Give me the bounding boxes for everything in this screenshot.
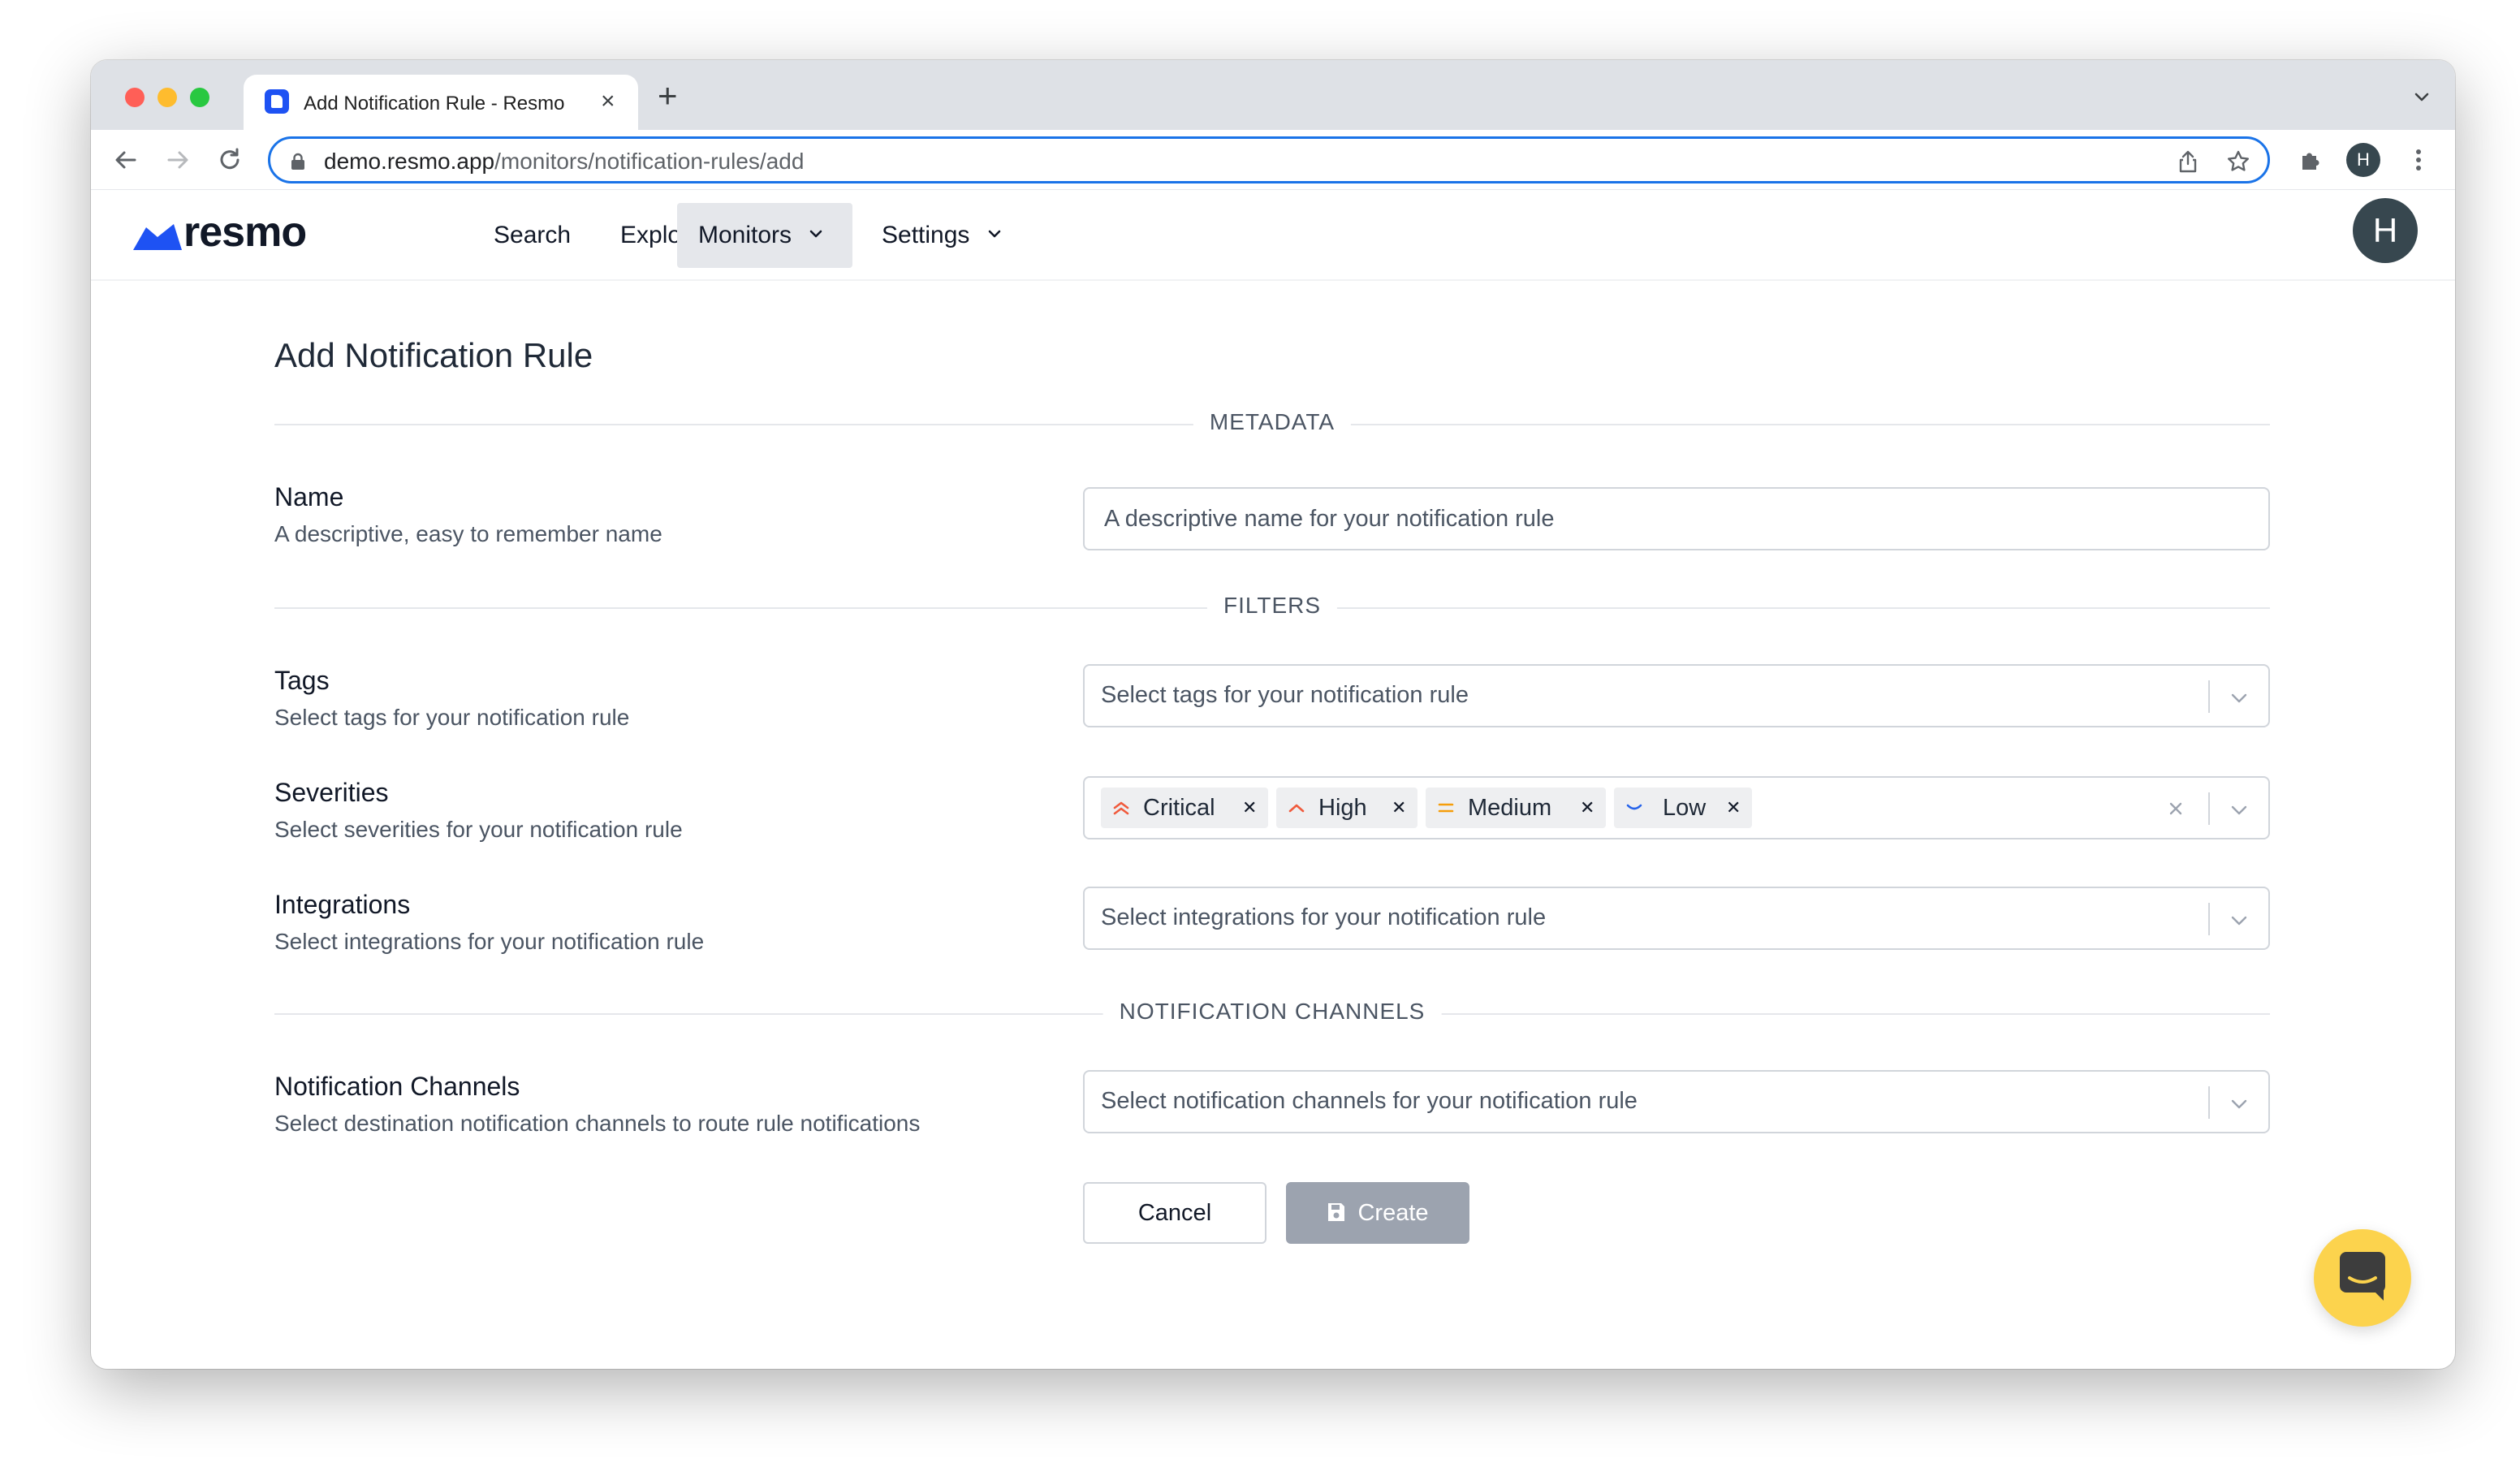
select-separator [2208, 792, 2210, 825]
app-header: resmo Search Explore Monitors Settings [91, 190, 2455, 281]
severity-chip-critical: Critical ✕ [1101, 788, 1268, 828]
tab-search-chevron-icon[interactable] [2413, 88, 2431, 106]
chevron-down-icon[interactable] [2228, 687, 2250, 710]
resmo-logo-text[interactable]: resmo [183, 208, 307, 257]
chevron-down-icon[interactable] [2228, 909, 2250, 932]
reload-icon[interactable] [214, 145, 245, 175]
cancel-button[interactable]: Cancel [1083, 1182, 1266, 1244]
remove-low-icon[interactable]: ✕ [1726, 788, 1741, 828]
bookmark-star-icon[interactable] [2225, 149, 2251, 175]
page-title: Add Notification Rule [274, 336, 593, 374]
filters-section-label: FILTERS [1206, 593, 1338, 619]
url-text[interactable]: demo.resmo.app/monitors/notification-rul… [324, 149, 804, 175]
minimize-window-button[interactable] [158, 88, 177, 107]
chat-icon [2340, 1252, 2385, 1301]
nav-search-label: Search [494, 222, 572, 248]
name-input[interactable] [1083, 487, 2270, 550]
resmo-logo-icon[interactable] [132, 222, 183, 250]
chevron-down-icon [810, 230, 822, 238]
nav-monitors[interactable]: Monitors [677, 203, 852, 268]
nav-search[interactable]: Search [471, 203, 593, 268]
remove-medium-icon[interactable]: ✕ [1580, 788, 1594, 828]
select-separator [2208, 1086, 2210, 1119]
create-button[interactable]: Create [1286, 1182, 1469, 1244]
equals-icon [1438, 803, 1454, 813]
resmo-favicon-icon [265, 89, 289, 114]
metadata-divider: METADATA [274, 409, 2270, 435]
address-bar[interactable]: demo.resmo.app/monitors/notification-rul… [268, 136, 2270, 183]
notification-channels-section-label: NOTIFICATION CHANNELS [1102, 999, 1442, 1025]
chevron-down-icon[interactable] [2228, 799, 2250, 822]
chip-label: Critical [1143, 795, 1215, 821]
notification-channels-help: Select destination notification channels… [274, 1111, 921, 1136]
tags-placeholder: Select tags for your notification rule [1101, 682, 1469, 708]
nav-settings[interactable]: Settings [861, 203, 1022, 268]
lock-icon[interactable] [290, 153, 306, 170]
extensions-puzzle-icon[interactable] [2296, 145, 2327, 175]
notification-channels-divider: NOTIFICATION CHANNELS [274, 999, 2270, 1025]
notification-channels-select[interactable]: Select notification channels for your no… [1083, 1070, 2270, 1133]
save-icon [1328, 1202, 1345, 1221]
tab-close-icon[interactable]: × [601, 87, 615, 116]
metadata-section-label: METADATA [1193, 409, 1352, 435]
new-tab-button[interactable]: + [658, 78, 678, 114]
browser-window: Add Notification Rule - Resmo × + demo.r… [91, 60, 2455, 1369]
integrations-select[interactable]: Select integrations for your notificatio… [1083, 887, 2270, 950]
severity-chip-low: Low ✕ [1614, 788, 1752, 828]
name-label: Name [274, 482, 344, 511]
filters-divider: FILTERS [274, 593, 2270, 619]
browser-menu-icon[interactable] [2403, 145, 2434, 175]
double-chevron-up-icon [1113, 801, 1129, 815]
severity-chip-medium: Medium ✕ [1426, 788, 1606, 828]
tab-strip: Add Notification Rule - Resmo × + [91, 60, 2455, 130]
select-separator [2208, 680, 2210, 713]
chevron-up-icon [1288, 804, 1305, 813]
integrations-placeholder: Select integrations for your notificatio… [1101, 904, 1547, 930]
browser-tab[interactable]: Add Notification Rule - Resmo × [244, 75, 638, 130]
chevron-down-icon[interactable] [2228, 1093, 2250, 1116]
zoom-window-button[interactable] [190, 88, 209, 107]
remove-high-icon[interactable]: ✕ [1392, 788, 1406, 828]
nav-monitors-label: Monitors [698, 222, 792, 248]
browser-toolbar: demo.resmo.app/monitors/notification-rul… [91, 130, 2455, 190]
severities-help: Select severities for your notification … [274, 817, 683, 842]
create-label: Create [1357, 1200, 1429, 1226]
chip-label: Medium [1468, 795, 1552, 821]
chevron-down-icon [988, 230, 1001, 238]
chevron-down-icon [1626, 804, 1642, 810]
chat-widget-button[interactable] [2314, 1229, 2411, 1327]
forward-arrow-icon[interactable] [162, 145, 193, 175]
severities-select[interactable]: Critical ✕ High ✕ Medium ✕ Low ✕ [1083, 776, 2270, 839]
integrations-label: Integrations [274, 890, 411, 919]
clear-selection-icon[interactable] [2164, 797, 2187, 820]
select-separator [2208, 903, 2210, 935]
user-avatar[interactable]: H [2353, 198, 2418, 263]
integrations-help: Select integrations for your notificatio… [274, 929, 705, 954]
share-icon[interactable] [2175, 149, 2201, 175]
severities-label: Severities [274, 778, 389, 807]
chip-label: High [1318, 795, 1367, 821]
tags-select[interactable]: Select tags for your notification rule [1083, 664, 2270, 727]
chip-label: Low [1663, 795, 1707, 821]
back-arrow-icon[interactable] [110, 145, 141, 175]
tags-help: Select tags for your notification rule [274, 705, 630, 730]
nav-settings-label: Settings [882, 222, 970, 248]
name-help: A descriptive, easy to remember name [274, 521, 662, 546]
notification-channels-placeholder: Select notification channels for your no… [1101, 1088, 1638, 1114]
severity-chip-high: High ✕ [1276, 788, 1418, 828]
notification-channels-label: Notification Channels [274, 1072, 520, 1101]
remove-critical-icon[interactable]: ✕ [1242, 788, 1257, 828]
browser-profile-avatar[interactable]: H [2346, 143, 2380, 177]
close-window-button[interactable] [125, 88, 145, 107]
tab-title: Add Notification Rule - Resmo [304, 93, 565, 114]
tags-label: Tags [274, 666, 330, 695]
